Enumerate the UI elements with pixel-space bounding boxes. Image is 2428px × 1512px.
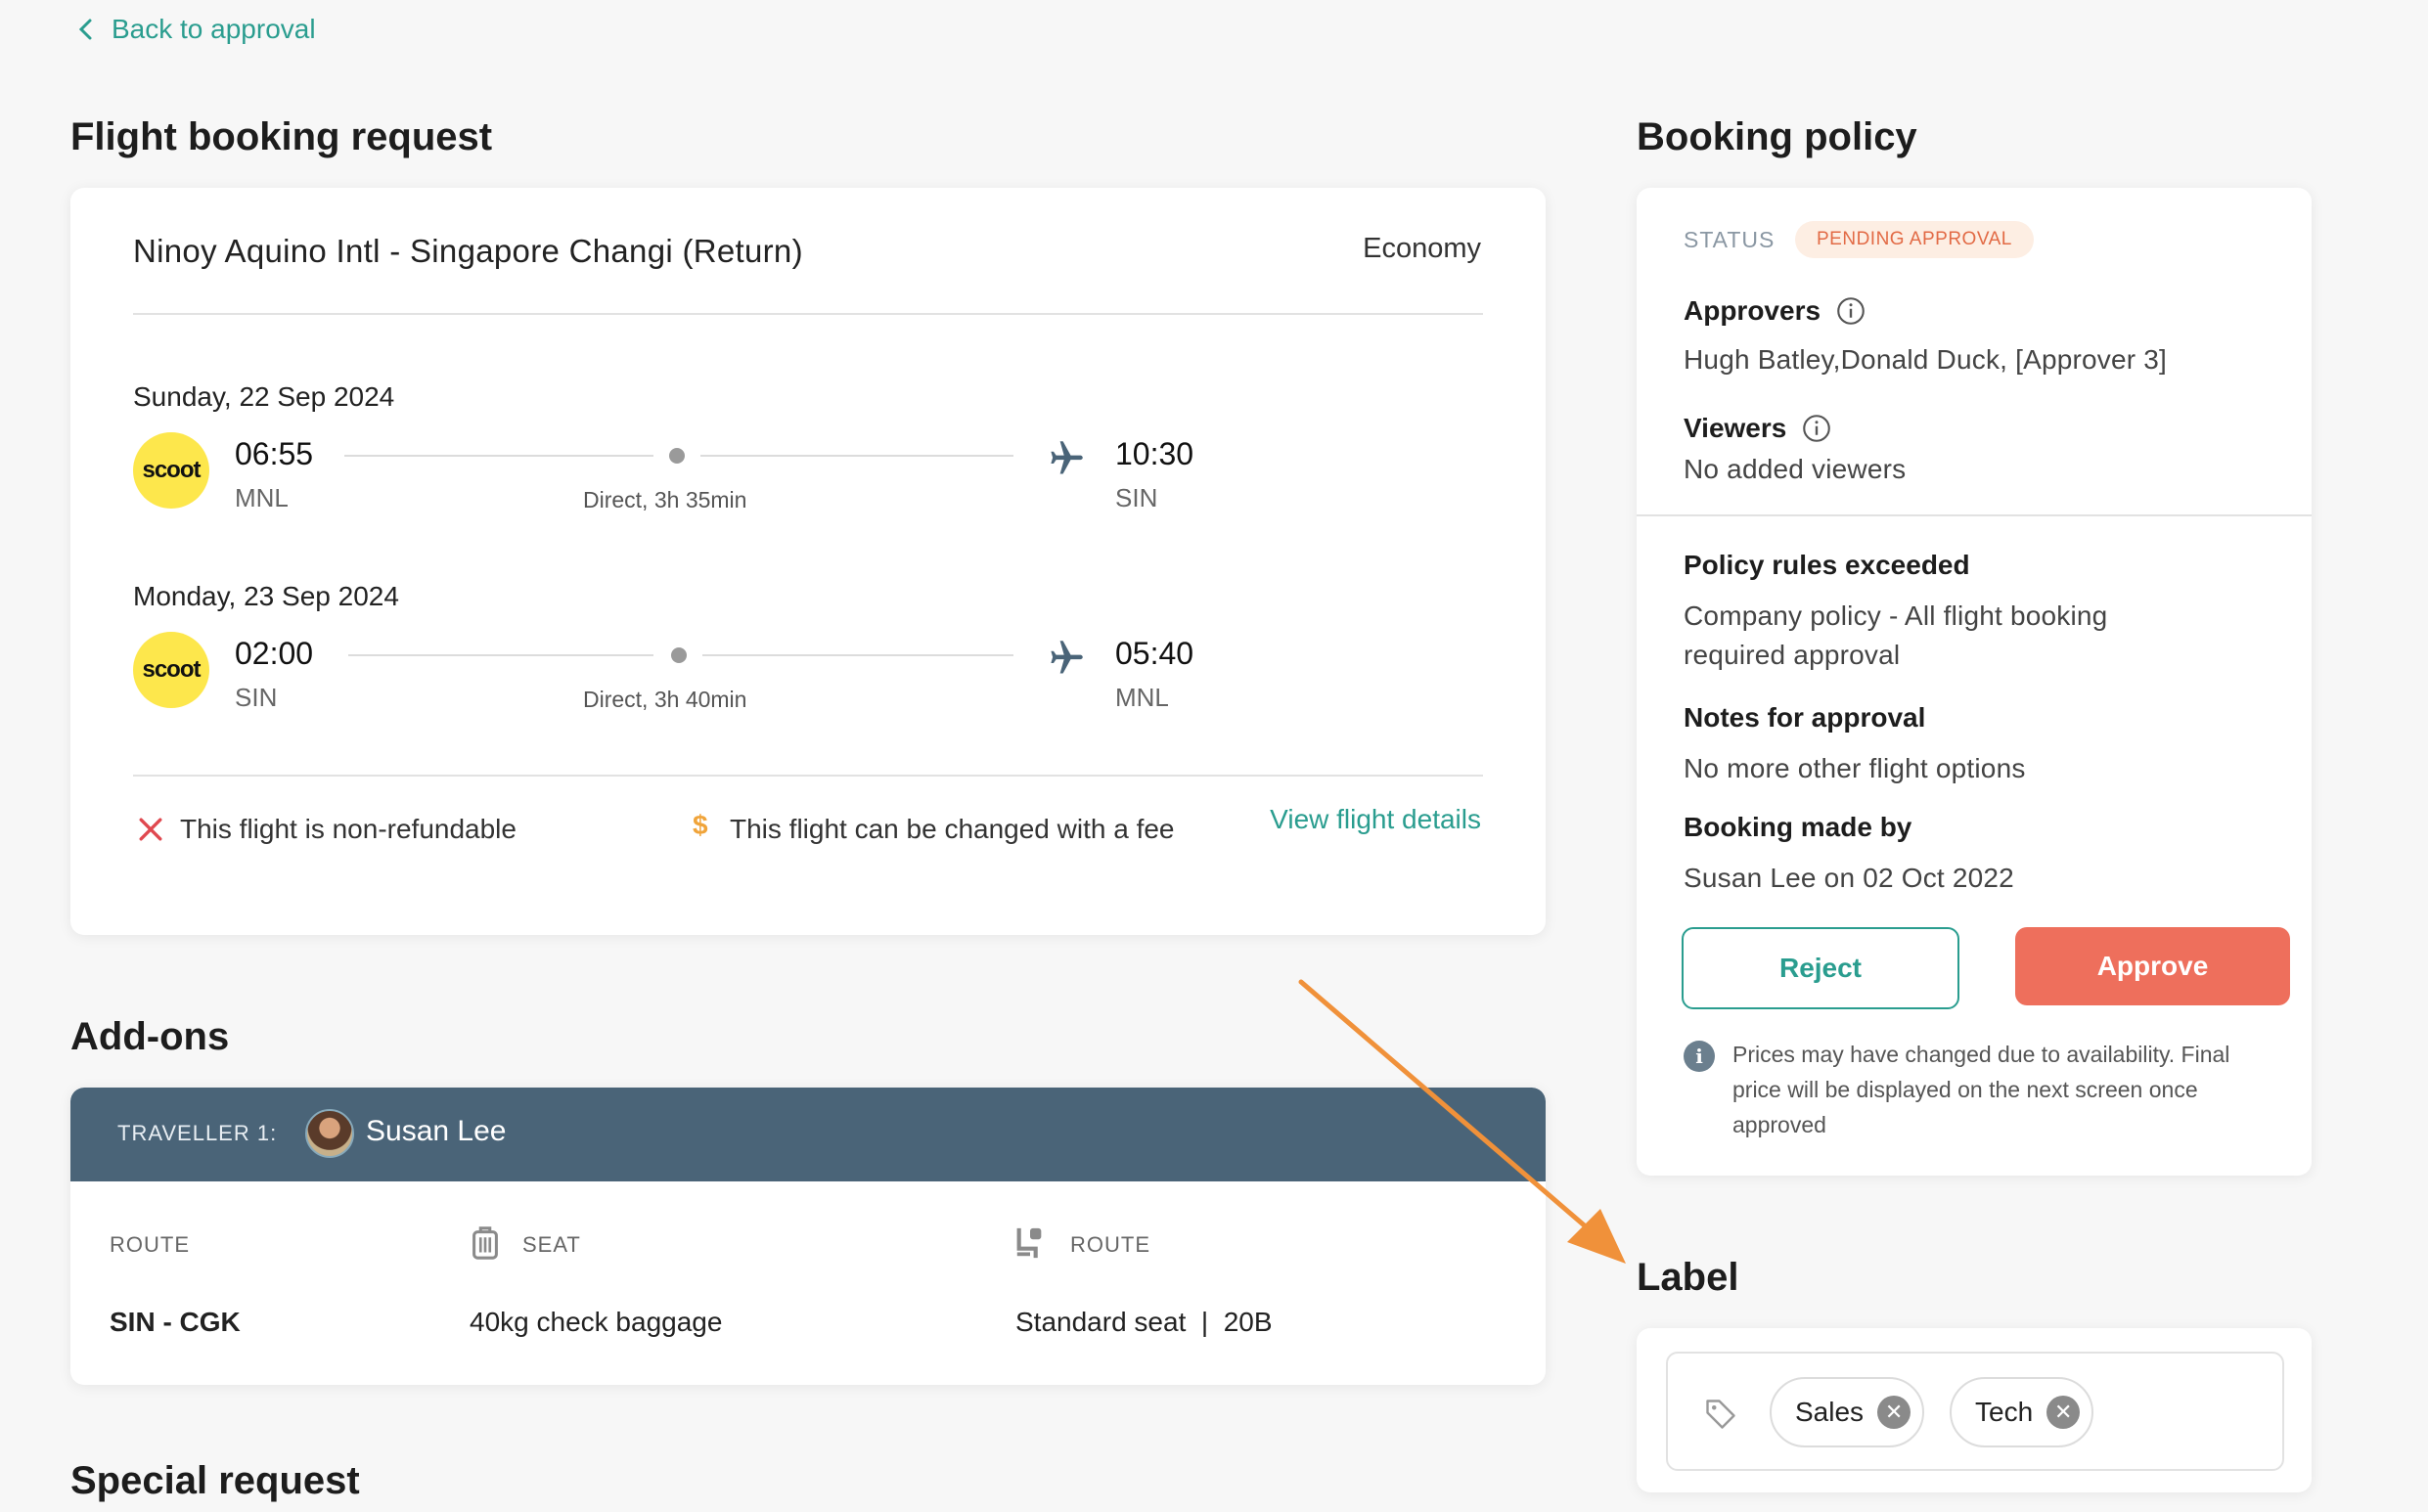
- route-value: SIN - CGK: [110, 1307, 241, 1337]
- viewers-heading: Viewers: [1684, 413, 1831, 444]
- policy-rules-value: Company policy - All flight booking requ…: [1684, 600, 2108, 670]
- addons-card: TRAVELLER 1: Susan Lee ROUTE SIN - CGK S…: [70, 1088, 1546, 1385]
- divider: [133, 313, 1483, 315]
- flight-line: [344, 455, 653, 457]
- airplane-icon: [1051, 441, 1083, 474]
- addons-section-title: Add-ons: [70, 1015, 230, 1058]
- seat-value: Standard seat | 20B: [1015, 1307, 1273, 1337]
- stop-dot: [671, 647, 687, 663]
- route-title: Ninoy Aquino Intl - Singapore Changi (Re…: [133, 233, 803, 269]
- leg-1-arrival-time: 10:30: [1115, 436, 1194, 471]
- leg-1-departure-code: MNL: [235, 483, 289, 512]
- remove-chip-icon[interactable]: ✕: [1877, 1396, 1911, 1429]
- leg-2-departure-time: 02:00: [235, 636, 314, 671]
- reject-button[interactable]: Reject: [1682, 927, 1959, 1009]
- chip-label: Sales: [1795, 1397, 1865, 1427]
- airplane-icon: [1051, 641, 1083, 674]
- policy-section-title: Booking policy: [1637, 115, 1917, 158]
- luggage-icon: [472, 1226, 498, 1260]
- price-disclaimer: Prices may have changed due to availabil…: [1732, 1042, 2230, 1137]
- leg-2-arrival-code: MNL: [1115, 683, 1169, 712]
- info-icon: i: [1684, 1041, 1715, 1072]
- flight-line: [702, 654, 1013, 656]
- flight-line: [348, 654, 653, 656]
- approve-button[interactable]: Approve: [2015, 927, 2290, 1005]
- close-icon: [139, 818, 162, 841]
- leg-1-arrival-code: SIN: [1115, 483, 1158, 512]
- view-flight-details-link[interactable]: View flight details: [1270, 804, 1481, 835]
- tag-icon: [1706, 1400, 1735, 1429]
- notes-value: No more other flight options: [1684, 753, 2026, 783]
- booked-by-heading: Booking made by: [1684, 812, 1912, 842]
- leg-1-departure-time: 06:55: [235, 436, 314, 471]
- leg-1-duration: Direct, 3h 35min: [583, 487, 747, 512]
- airline-logo: scoot: [133, 432, 209, 509]
- booked-by-value: Susan Lee on 02 Oct 2022: [1684, 863, 2014, 893]
- special-request-section-title: Special request: [70, 1459, 360, 1502]
- seat-icon: [1016, 1227, 1042, 1259]
- leg-2-duration: Direct, 3h 40min: [583, 687, 747, 712]
- status-label: STATUS: [1684, 227, 1776, 252]
- label-chip-tech: Tech ✕: [1950, 1377, 2094, 1447]
- cabin-class: Economy: [1363, 233, 1481, 264]
- booking-policy-card: STATUS PENDING APPROVAL Approvers Hugh B…: [1637, 188, 2312, 1176]
- approvers-label: Approvers: [1684, 295, 1821, 326]
- chevron-left-icon: [78, 19, 92, 40]
- info-icon[interactable]: [1802, 414, 1831, 443]
- label-chip-sales: Sales ✕: [1770, 1377, 1925, 1447]
- leg-1-date: Sunday, 22 Sep 2024: [133, 381, 395, 412]
- non-refundable-note: This flight is non-refundable: [180, 814, 517, 844]
- remove-chip-icon[interactable]: ✕: [2046, 1396, 2081, 1429]
- status-badge: PENDING APPROVAL: [1795, 221, 2034, 258]
- label-input[interactable]: Sales ✕ Tech ✕: [1666, 1352, 2284, 1471]
- approvers-value: Hugh Batley,Donald Duck, [Approver 3]: [1684, 344, 2168, 375]
- viewers-value: No added viewers: [1684, 454, 1907, 484]
- traveller-label: TRAVELLER 1:: [117, 1121, 278, 1145]
- policy-rules-heading: Policy rules exceeded: [1684, 550, 1970, 580]
- label-card: Sales ✕ Tech ✕: [1637, 1328, 2312, 1492]
- dollar-icon: $: [693, 810, 708, 840]
- leg-2-arrival-time: 05:40: [1115, 636, 1194, 671]
- back-to-approval-link[interactable]: Back to approval: [76, 14, 316, 45]
- viewers-label: Viewers: [1684, 413, 1787, 443]
- chip-label: Tech: [1975, 1397, 2034, 1427]
- flight-card: Ninoy Aquino Intl - Singapore Changi (Re…: [70, 188, 1546, 935]
- info-icon[interactable]: [1836, 296, 1866, 326]
- seat-route-column-label: ROUTE: [1070, 1232, 1150, 1257]
- divider: [1637, 514, 2312, 516]
- leg-2-date: Monday, 23 Sep 2024: [133, 581, 399, 611]
- back-link-label: Back to approval: [112, 14, 316, 44]
- route-column-label: ROUTE: [110, 1232, 190, 1257]
- notes-heading: Notes for approval: [1684, 702, 1926, 733]
- baggage-value: 40kg check baggage: [470, 1307, 723, 1337]
- airline-logo: scoot: [133, 632, 209, 708]
- stop-dot: [669, 448, 685, 464]
- approvers-heading: Approvers: [1684, 295, 1866, 327]
- traveller-name: Susan Lee: [366, 1115, 507, 1147]
- traveller-header: TRAVELLER 1: Susan Lee: [70, 1088, 1546, 1181]
- seat-column-label: SEAT: [522, 1232, 581, 1257]
- flight-line: [700, 455, 1013, 457]
- change-fee-note: This flight can be changed with a fee: [730, 814, 1175, 844]
- leg-2-departure-code: SIN: [235, 683, 278, 712]
- avatar: [305, 1109, 354, 1158]
- flight-section-title: Flight booking request: [70, 115, 493, 158]
- label-section-title: Label: [1637, 1256, 1739, 1299]
- divider: [133, 775, 1483, 777]
